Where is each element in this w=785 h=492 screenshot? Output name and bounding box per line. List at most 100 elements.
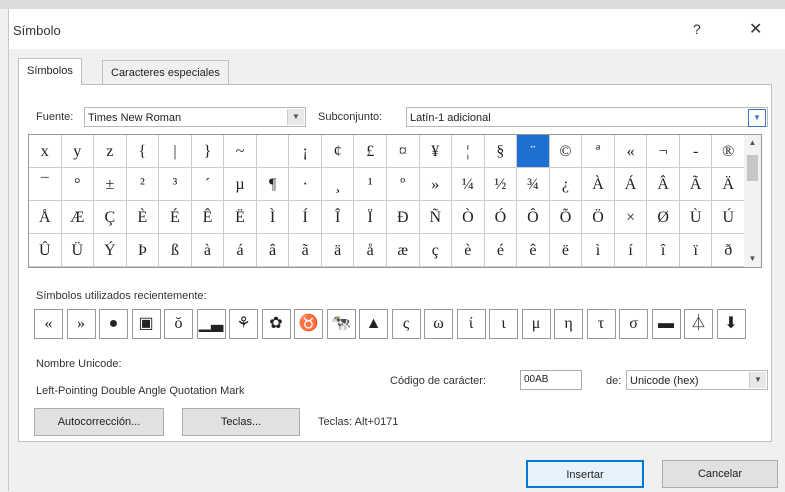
symbol-cell[interactable]: ¶	[256, 168, 290, 201]
symbol-cell[interactable]: -	[679, 135, 713, 168]
symbol-cell[interactable]: î	[647, 234, 680, 267]
symbol-cell[interactable]: Â	[647, 168, 680, 201]
symbol-cell[interactable]: ¼	[452, 168, 485, 201]
symbol-cell[interactable]: Ã	[679, 168, 713, 201]
symbol-cell[interactable]: ¹	[354, 168, 387, 201]
recent-symbol[interactable]: ι	[489, 309, 518, 339]
symbol-cell[interactable]: Þ	[126, 234, 160, 267]
symbol-cell[interactable]: {	[126, 135, 160, 168]
symbol-cell[interactable]: ¦	[452, 135, 485, 168]
symbol-cell[interactable]: Ë	[224, 201, 257, 234]
symbol-cell[interactable]: Ò	[452, 201, 485, 234]
symbol-cell[interactable]: Á	[614, 168, 648, 201]
symbol-cell[interactable]: Ù	[679, 201, 713, 234]
grid-scrollbar[interactable]: ▲ ▼	[744, 134, 762, 268]
symbol-cell[interactable]: ï	[679, 234, 713, 267]
symbol-cell[interactable]: ®	[712, 135, 745, 168]
symbol-cell[interactable]: Ú	[712, 201, 745, 234]
symbol-cell[interactable]: ¥	[419, 135, 453, 168]
insert-button[interactable]: Insertar	[526, 460, 644, 488]
symbol-cell[interactable]: §	[484, 135, 518, 168]
symbol-cell[interactable]: ª	[582, 135, 615, 168]
symbol-cell[interactable]: Ì	[256, 201, 290, 234]
symbol-cell[interactable]: è	[452, 234, 485, 267]
recent-symbol[interactable]: ς	[391, 309, 421, 339]
symbol-cell[interactable]: µ	[224, 168, 257, 201]
symbol-cell[interactable]: Û	[29, 234, 62, 267]
recent-symbol[interactable]: σ	[619, 309, 648, 339]
symbol-cell[interactable]: é	[484, 234, 518, 267]
font-select[interactable]: Times New Roman ▼	[84, 107, 306, 127]
symbol-cell[interactable]: z	[94, 135, 127, 168]
tab-simbolos[interactable]: Símbolos	[18, 58, 82, 85]
recent-symbol[interactable]: ŏ	[164, 309, 193, 339]
cancel-button[interactable]: Cancelar	[662, 460, 778, 488]
autocorrect-button[interactable]: Autocorrección...	[34, 408, 164, 436]
symbol-cell[interactable]: ã	[289, 234, 322, 267]
scroll-up-icon[interactable]: ▲	[744, 135, 761, 151]
symbol-cell[interactable]: ¬	[647, 135, 680, 168]
recent-symbol[interactable]: η	[554, 309, 583, 339]
symbol-cell[interactable]: Ð	[387, 201, 420, 234]
symbol-cell[interactable]: ³	[159, 168, 192, 201]
recent-symbol[interactable]: ▁▃	[196, 309, 226, 339]
from-select[interactable]: Unicode (hex) ▼	[626, 370, 768, 390]
symbol-cell[interactable]: ¤	[387, 135, 420, 168]
symbol-cell[interactable]: ´	[191, 168, 225, 201]
symbol-cell[interactable]: à	[191, 234, 225, 267]
symbol-cell[interactable]: Ï	[354, 201, 387, 234]
recent-symbol[interactable]: ♉	[294, 309, 323, 339]
symbol-cell[interactable]: Ü	[61, 234, 95, 267]
symbol-cell[interactable]: Í	[289, 201, 322, 234]
symbol-cell[interactable]: Å	[29, 201, 62, 234]
recent-symbol[interactable]: ⬇	[716, 309, 746, 339]
symbol-cell[interactable]: ©	[549, 135, 583, 168]
symbol-cell[interactable]: â	[256, 234, 290, 267]
symbol-cell[interactable]: ë	[549, 234, 583, 267]
symbol-cell[interactable]: °	[61, 168, 95, 201]
symbol-cell[interactable]: Õ	[549, 201, 583, 234]
symbol-cell[interactable]: ß	[159, 234, 192, 267]
symbol-cell[interactable]: }	[191, 135, 225, 168]
scroll-down-icon[interactable]: ▼	[744, 251, 761, 267]
symbol-cell[interactable]: Ö	[582, 201, 615, 234]
symbol-cell[interactable]: £	[354, 135, 387, 168]
symbol-cell[interactable]: É	[159, 201, 192, 234]
recent-symbol[interactable]: 🐄	[326, 309, 356, 339]
help-button[interactable]: ?	[693, 21, 701, 37]
symbol-cell[interactable]: Î	[321, 201, 355, 234]
symbol-cell[interactable]: º	[387, 168, 420, 201]
symbol-cell[interactable]: æ	[387, 234, 420, 267]
symbol-cell[interactable]: «	[614, 135, 648, 168]
symbol-cell[interactable]: Ý	[94, 234, 127, 267]
recent-symbol[interactable]: ▣	[131, 309, 161, 339]
symbol-cell[interactable]: Ä	[712, 168, 745, 201]
symbol-cell[interactable]: Ô	[517, 201, 550, 234]
symbol-cell[interactable]: ¨	[517, 135, 550, 168]
symbol-cell[interactable]: Æ	[61, 201, 95, 234]
symbol-cell[interactable]: ¸	[321, 168, 355, 201]
symbol-cell[interactable]: Ê	[191, 201, 225, 234]
symbol-cell[interactable]: ê	[517, 234, 550, 267]
symbol-cell[interactable]: ²	[126, 168, 160, 201]
symbol-cell[interactable]: ¢	[321, 135, 355, 168]
char-code-input[interactable]: 00AB	[520, 370, 582, 390]
recent-symbol[interactable]: »	[66, 309, 96, 339]
symbol-cell[interactable]: ±	[94, 168, 127, 201]
symbol-cell[interactable]	[256, 135, 290, 168]
symbol-cell[interactable]: ·	[289, 168, 322, 201]
symbol-cell[interactable]: »	[419, 168, 453, 201]
recent-symbol[interactable]: ω	[424, 309, 453, 339]
symbol-cell[interactable]: í	[614, 234, 648, 267]
recent-symbol[interactable]: τ	[586, 309, 616, 339]
recent-symbol[interactable]: ⏃	[684, 309, 713, 339]
symbol-cell[interactable]: ¿	[549, 168, 583, 201]
symbol-cell[interactable]: ä	[321, 234, 355, 267]
symbol-cell[interactable]: ¯	[29, 168, 62, 201]
close-icon[interactable]: ✕	[749, 19, 762, 39]
subset-select[interactable]: Latín-1 adicional ▼	[406, 107, 768, 127]
symbol-cell[interactable]: å	[354, 234, 387, 267]
recent-symbol[interactable]: ▲	[359, 309, 388, 339]
symbol-cell[interactable]: y	[61, 135, 95, 168]
keys-button[interactable]: Teclas...	[182, 408, 300, 436]
